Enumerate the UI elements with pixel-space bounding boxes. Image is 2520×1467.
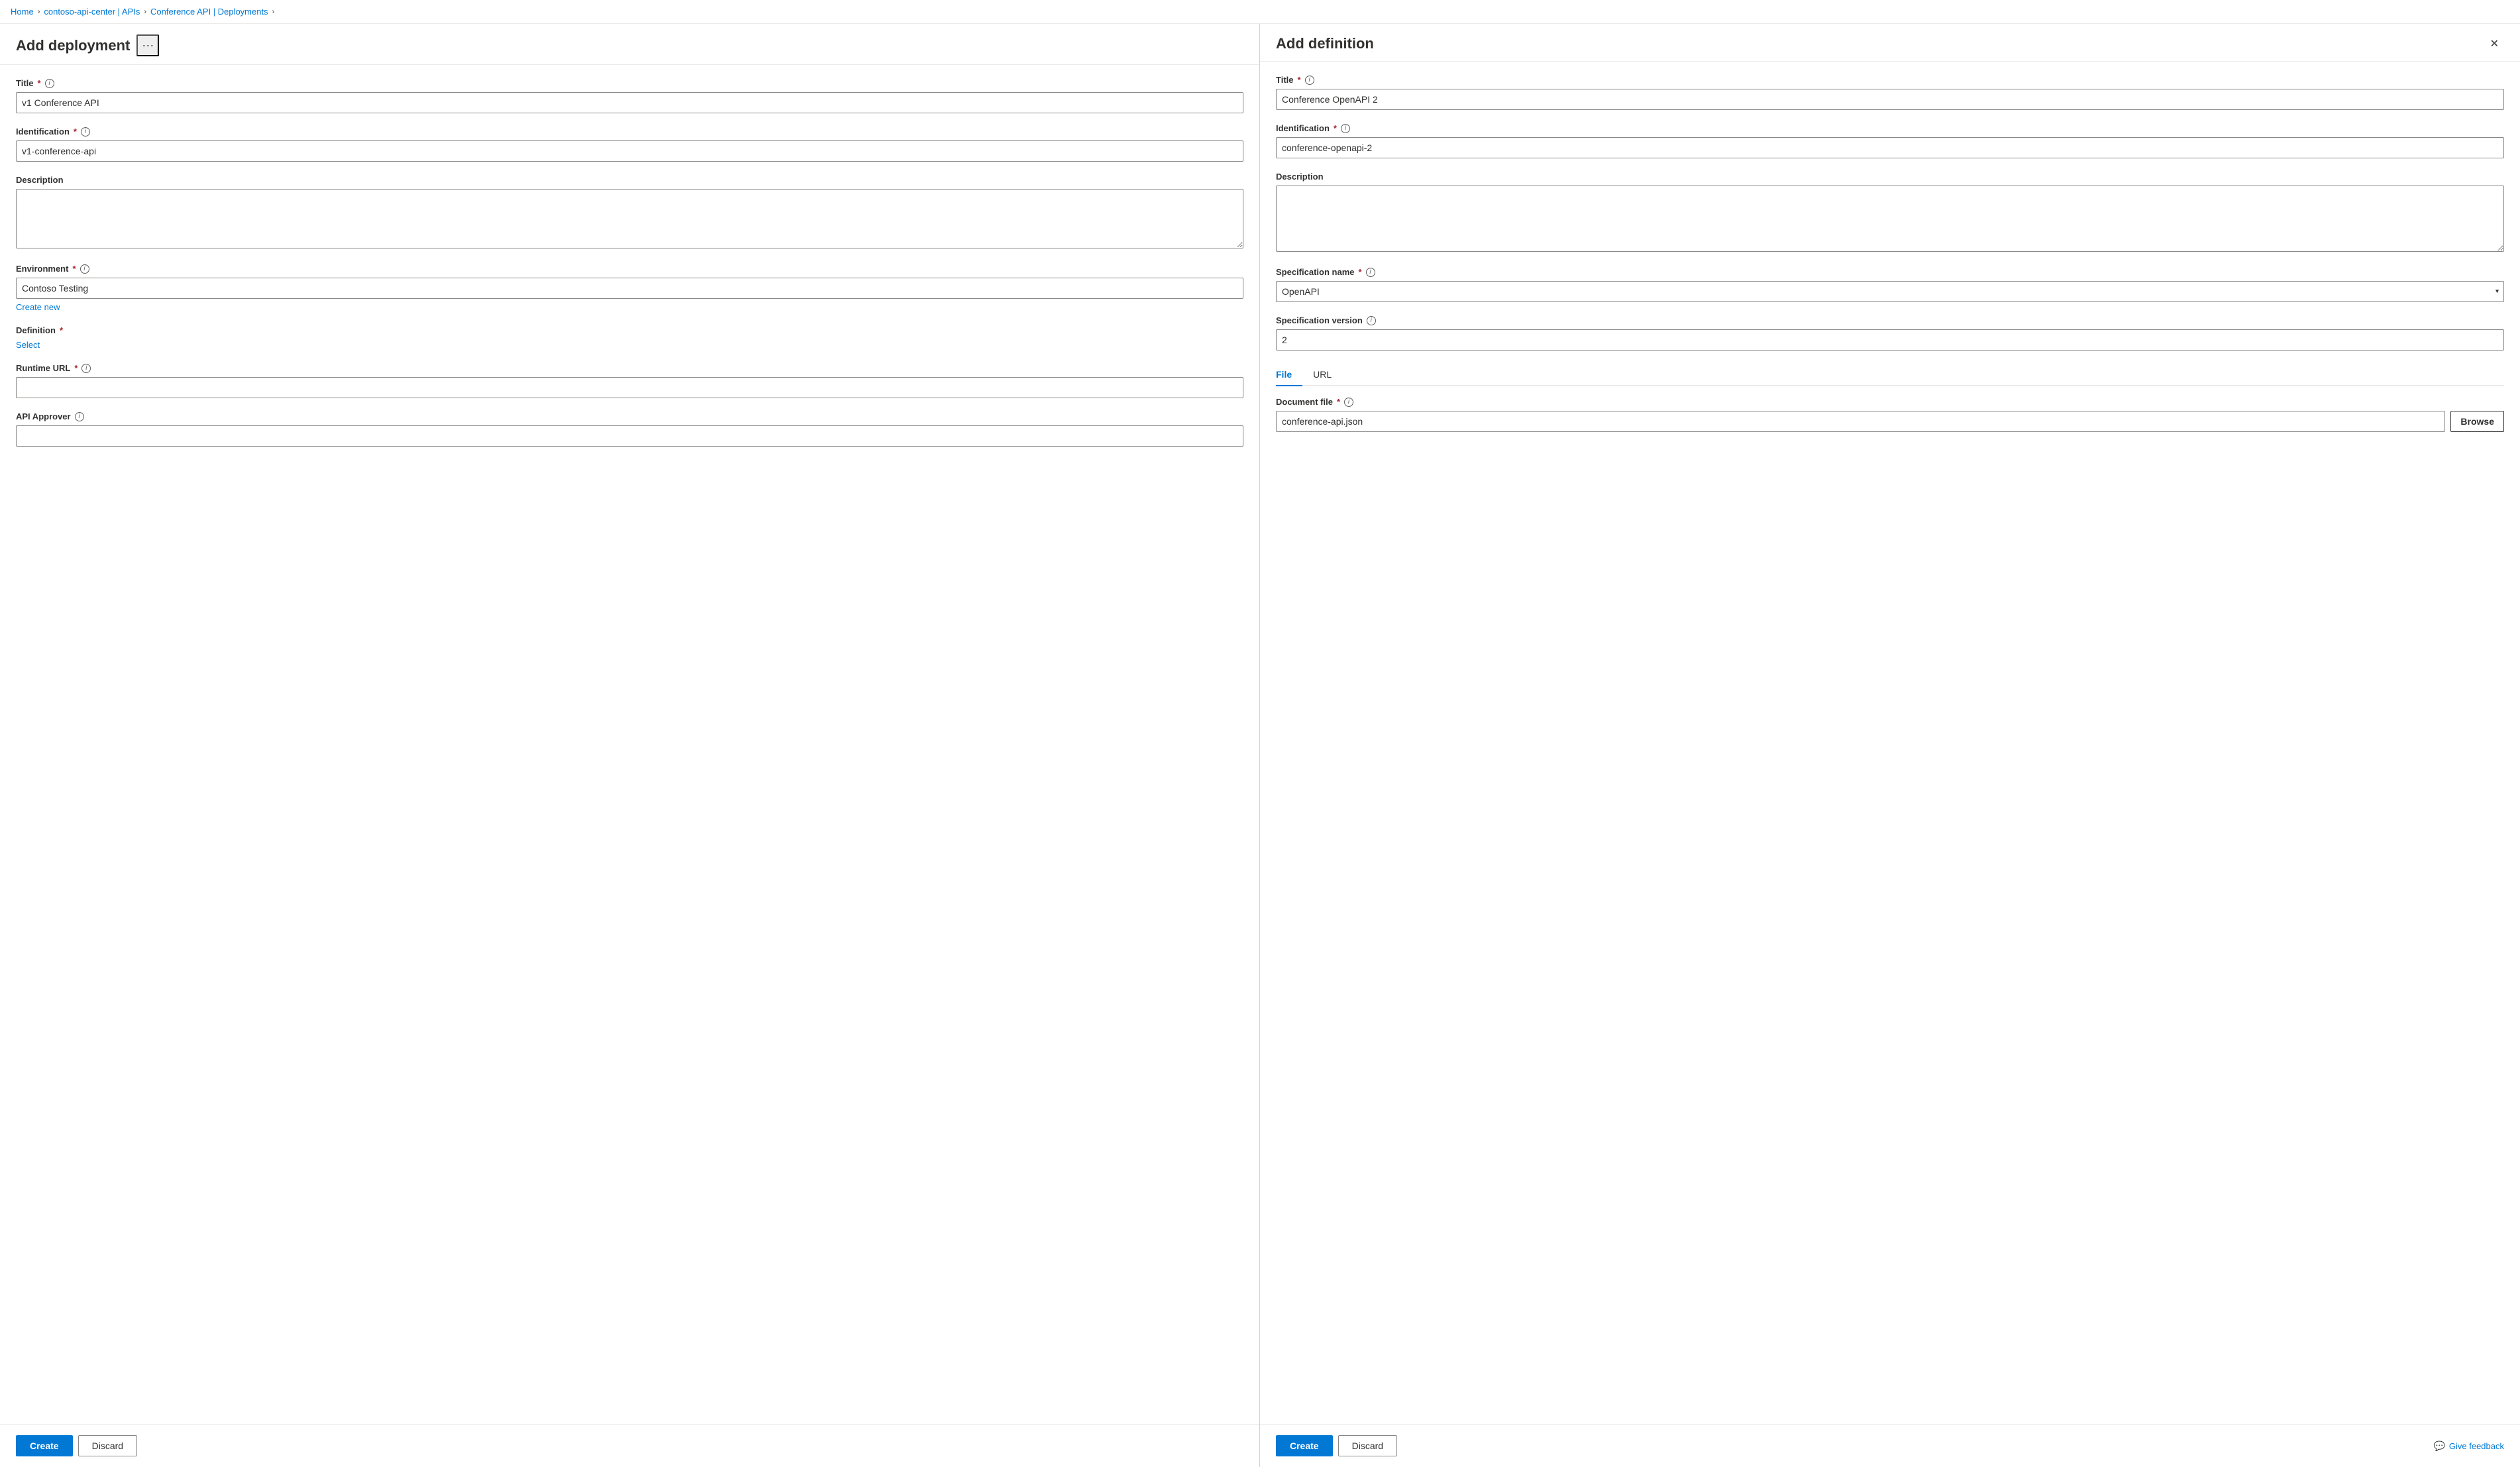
right-identification-label: Identification * i — [1276, 123, 2504, 133]
right-document-file-label: Document file * i — [1276, 397, 2504, 407]
left-runtime-url-label: Runtime URL * i — [16, 363, 1243, 373]
right-title-required: * — [1298, 75, 1301, 85]
left-api-approver-label: API Approver i — [16, 411, 1243, 421]
right-panel-close-button[interactable]: ✕ — [2485, 34, 2504, 53]
left-identification-info-icon[interactable]: i — [81, 127, 90, 136]
left-title-info-icon[interactable]: i — [45, 79, 54, 88]
right-discard-button[interactable]: Discard — [1338, 1435, 1397, 1456]
left-title-input[interactable] — [16, 92, 1243, 113]
right-title-group: Title * i — [1276, 75, 2504, 110]
right-title-input[interactable] — [1276, 89, 2504, 110]
left-description-label: Description — [16, 175, 1243, 185]
tab-file[interactable]: File — [1276, 364, 1302, 386]
breadcrumb-home[interactable]: Home — [11, 7, 34, 17]
breadcrumb-sep-2: › — [144, 8, 146, 16]
right-panel-header: Add definition ✕ — [1260, 24, 2520, 62]
left-definition-label: Definition * — [16, 325, 1243, 335]
browse-button[interactable]: Browse — [2450, 411, 2504, 432]
left-panel-content: Title * i Identification * i Description — [0, 65, 1259, 1424]
breadcrumb: Home › contoso-api-center | APIs › Confe… — [0, 0, 2520, 24]
left-runtime-url-group: Runtime URL * i — [16, 363, 1243, 398]
left-title-group: Title * i — [16, 78, 1243, 113]
left-discard-button[interactable]: Discard — [78, 1435, 137, 1456]
right-spec-version-info-icon[interactable]: i — [1367, 316, 1376, 325]
right-spec-name-label: Specification name * i — [1276, 267, 2504, 277]
left-api-approver-group: API Approver i — [16, 411, 1243, 447]
give-feedback-link[interactable]: 💬 Give feedback — [2433, 1440, 2504, 1452]
right-spec-version-input[interactable] — [1276, 329, 2504, 351]
breadcrumb-sep-3: › — [272, 8, 275, 16]
left-environment-required: * — [72, 264, 76, 274]
right-spec-name-select-container: OpenAPI Swagger GraphQL gRPC WSDL WADL O… — [1276, 281, 2504, 302]
create-new-environment-link[interactable]: Create new — [16, 302, 60, 312]
left-runtime-url-required: * — [74, 363, 78, 373]
left-environment-info-icon[interactable]: i — [80, 264, 89, 274]
left-panel-title: Add deployment — [16, 37, 130, 54]
right-description-label: Description — [1276, 172, 2504, 182]
feedback-label: Give feedback — [2449, 1441, 2504, 1451]
breadcrumb-api-center[interactable]: contoso-api-center | APIs — [44, 7, 140, 17]
right-document-file-group: Document file * i Browse — [1276, 397, 2504, 432]
more-options-button[interactable]: ··· — [136, 34, 159, 56]
left-title-label: Title * i — [16, 78, 1243, 88]
left-panel-header: Add deployment ··· — [0, 24, 1259, 65]
left-api-approver-info-icon[interactable]: i — [75, 412, 84, 421]
left-identification-required: * — [74, 127, 77, 136]
left-title-required: * — [38, 78, 41, 88]
right-identification-required: * — [1334, 123, 1337, 133]
left-description-textarea[interactable] — [16, 189, 1243, 248]
left-identification-input[interactable] — [16, 140, 1243, 162]
right-doc-file-info-icon[interactable]: i — [1344, 398, 1353, 407]
left-api-approver-input[interactable] — [16, 425, 1243, 447]
left-runtime-url-input[interactable] — [16, 377, 1243, 398]
right-spec-name-info-icon[interactable]: i — [1366, 268, 1375, 277]
breadcrumb-sep-1: › — [38, 8, 40, 16]
right-spec-name-group: Specification name * i OpenAPI Swagger G… — [1276, 267, 2504, 302]
right-doc-file-required: * — [1337, 397, 1340, 407]
left-definition-required: * — [60, 325, 63, 335]
right-identification-input[interactable] — [1276, 137, 2504, 158]
right-create-button[interactable]: Create — [1276, 1435, 1333, 1456]
right-spec-version-label: Specification version i — [1276, 315, 2504, 325]
doc-file-row: Browse — [1276, 411, 2504, 432]
tab-url[interactable]: URL — [1313, 364, 1342, 386]
right-identification-info-icon[interactable]: i — [1341, 124, 1350, 133]
left-environment-input[interactable] — [16, 278, 1243, 299]
right-description-textarea[interactable] — [1276, 186, 2504, 252]
left-identification-group: Identification * i — [16, 127, 1243, 162]
left-panel: Add deployment ··· Title * i Identificat… — [0, 24, 1260, 1467]
left-runtime-url-info-icon[interactable]: i — [81, 364, 91, 373]
right-panel-footer: Create Discard 💬 Give feedback — [1260, 1424, 2520, 1467]
right-spec-version-group: Specification version i — [1276, 315, 2504, 351]
tabs-container: File URL — [1276, 364, 2504, 386]
left-create-button[interactable]: Create — [16, 1435, 73, 1456]
left-environment-group: Environment * i Create new — [16, 264, 1243, 312]
left-environment-label: Environment * i — [16, 264, 1243, 274]
left-panel-footer: Create Discard — [0, 1424, 1259, 1467]
left-definition-group: Definition * Select — [16, 325, 1243, 350]
right-title-info-icon[interactable]: i — [1305, 76, 1314, 85]
right-panel: Add definition ✕ Title * i Identificatio… — [1260, 24, 2520, 1467]
right-spec-name-select[interactable]: OpenAPI Swagger GraphQL gRPC WSDL WADL O… — [1276, 281, 2504, 302]
right-doc-file-input[interactable] — [1276, 411, 2445, 432]
breadcrumb-deployments[interactable]: Conference API | Deployments — [150, 7, 268, 17]
right-title-label: Title * i — [1276, 75, 2504, 85]
right-footer-actions: Create Discard — [1276, 1435, 1397, 1456]
right-identification-group: Identification * i — [1276, 123, 2504, 158]
feedback-icon: 💬 — [2433, 1440, 2444, 1452]
right-panel-content: Title * i Identification * i Description — [1260, 62, 2520, 1424]
right-description-group: Description — [1276, 172, 2504, 254]
left-description-group: Description — [16, 175, 1243, 250]
definition-select-link[interactable]: Select — [16, 340, 40, 350]
right-panel-title: Add definition — [1276, 35, 1374, 52]
main-container: Add deployment ··· Title * i Identificat… — [0, 24, 2520, 1467]
left-identification-label: Identification * i — [16, 127, 1243, 136]
right-spec-name-required: * — [1358, 267, 1361, 277]
